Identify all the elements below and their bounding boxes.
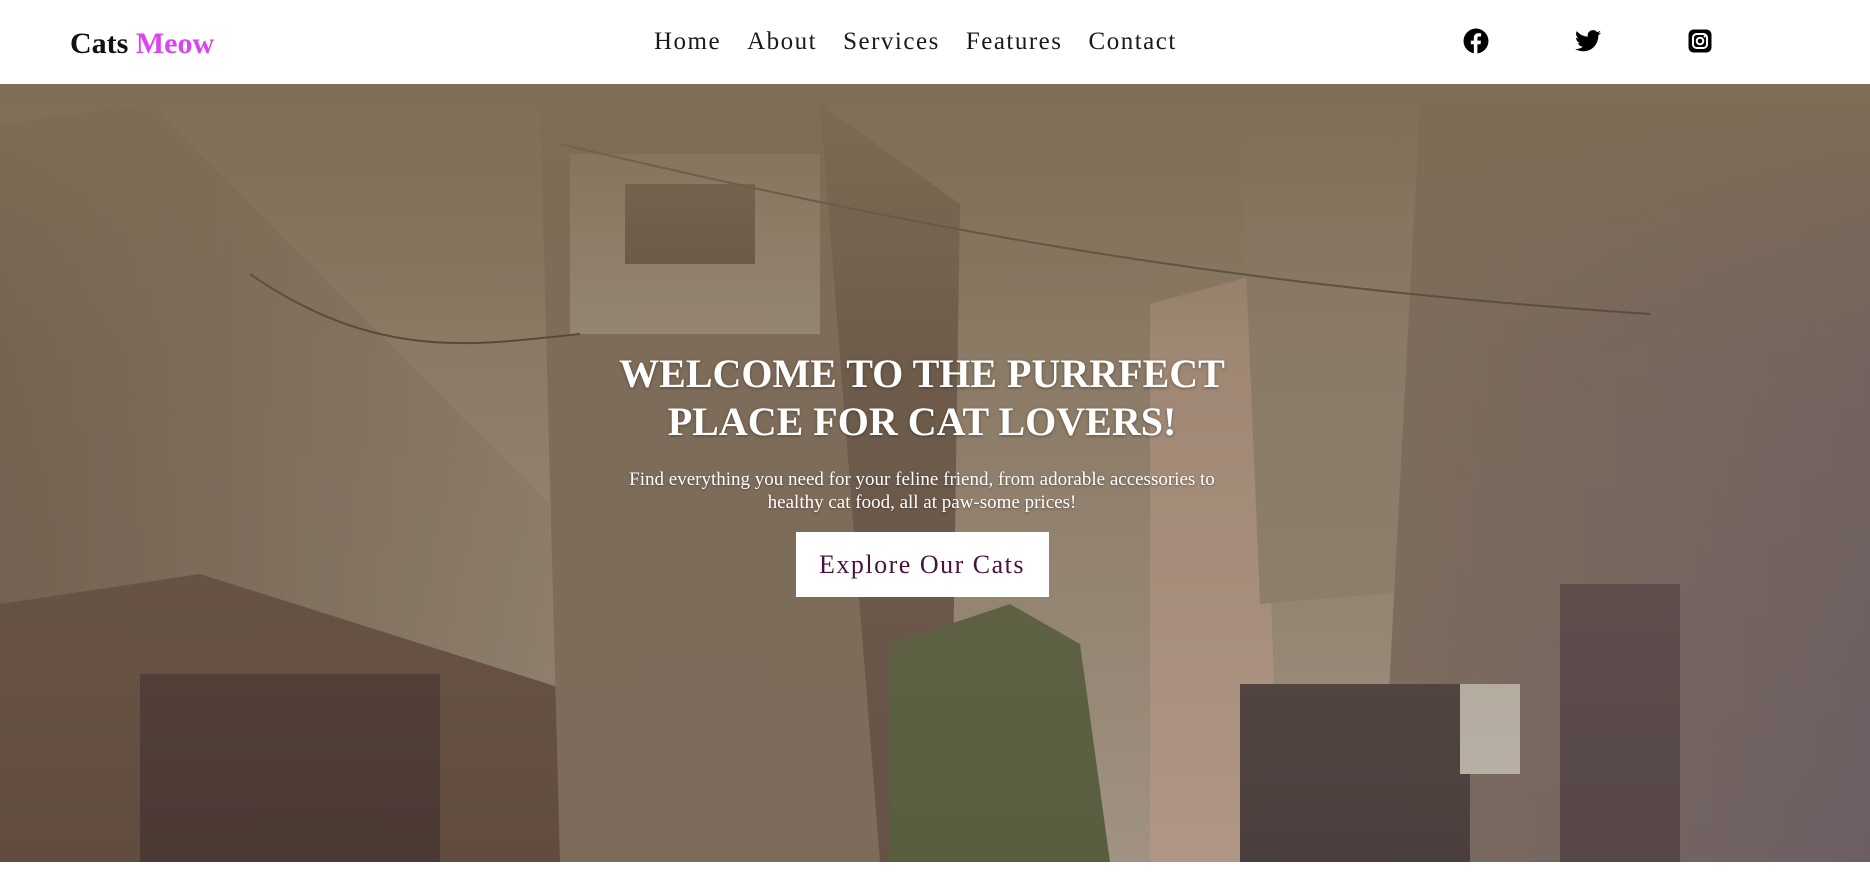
nav-item-about: About: [747, 24, 817, 60]
main-nav: Home About Services Features Contact: [654, 24, 1177, 60]
nav-item-features: Features: [966, 24, 1063, 60]
twitter-link[interactable]: [1574, 27, 1602, 55]
hero-subtitle: Find everything you need for your feline…: [629, 469, 1215, 513]
nav-link-services[interactable]: Services: [843, 28, 940, 55]
navbar: Cats Meow Home About Services Features C…: [0, 0, 1870, 84]
nav-item-home: Home: [654, 24, 721, 60]
logo[interactable]: Cats Meow: [70, 26, 214, 62]
hero-content: WELCOME TO THE PURRFECT PLACE FOR CAT LO…: [600, 350, 1244, 597]
nav-item-services: Services: [843, 24, 940, 60]
facebook-icon: [1463, 28, 1489, 54]
logo-text: Cats: [70, 27, 129, 60]
facebook-link[interactable]: [1462, 27, 1490, 55]
hero-title: WELCOME TO THE PURRFECT PLACE FOR CAT LO…: [619, 351, 1225, 444]
nav-link-home[interactable]: Home: [654, 28, 721, 55]
hero-section: WELCOME TO THE PURRFECT PLACE FOR CAT LO…: [0, 84, 1870, 862]
nav-link-contact[interactable]: Contact: [1089, 28, 1177, 55]
explore-cats-button[interactable]: Explore Our Cats: [795, 532, 1049, 597]
nav-link-about[interactable]: About: [747, 28, 817, 55]
instagram-link[interactable]: [1686, 27, 1714, 55]
logo-accent-text: Meow: [135, 27, 215, 60]
instagram-icon: [1688, 29, 1712, 53]
nav-link-features[interactable]: Features: [966, 28, 1063, 55]
nav-item-contact: Contact: [1089, 24, 1177, 60]
twitter-icon: [1575, 30, 1601, 52]
